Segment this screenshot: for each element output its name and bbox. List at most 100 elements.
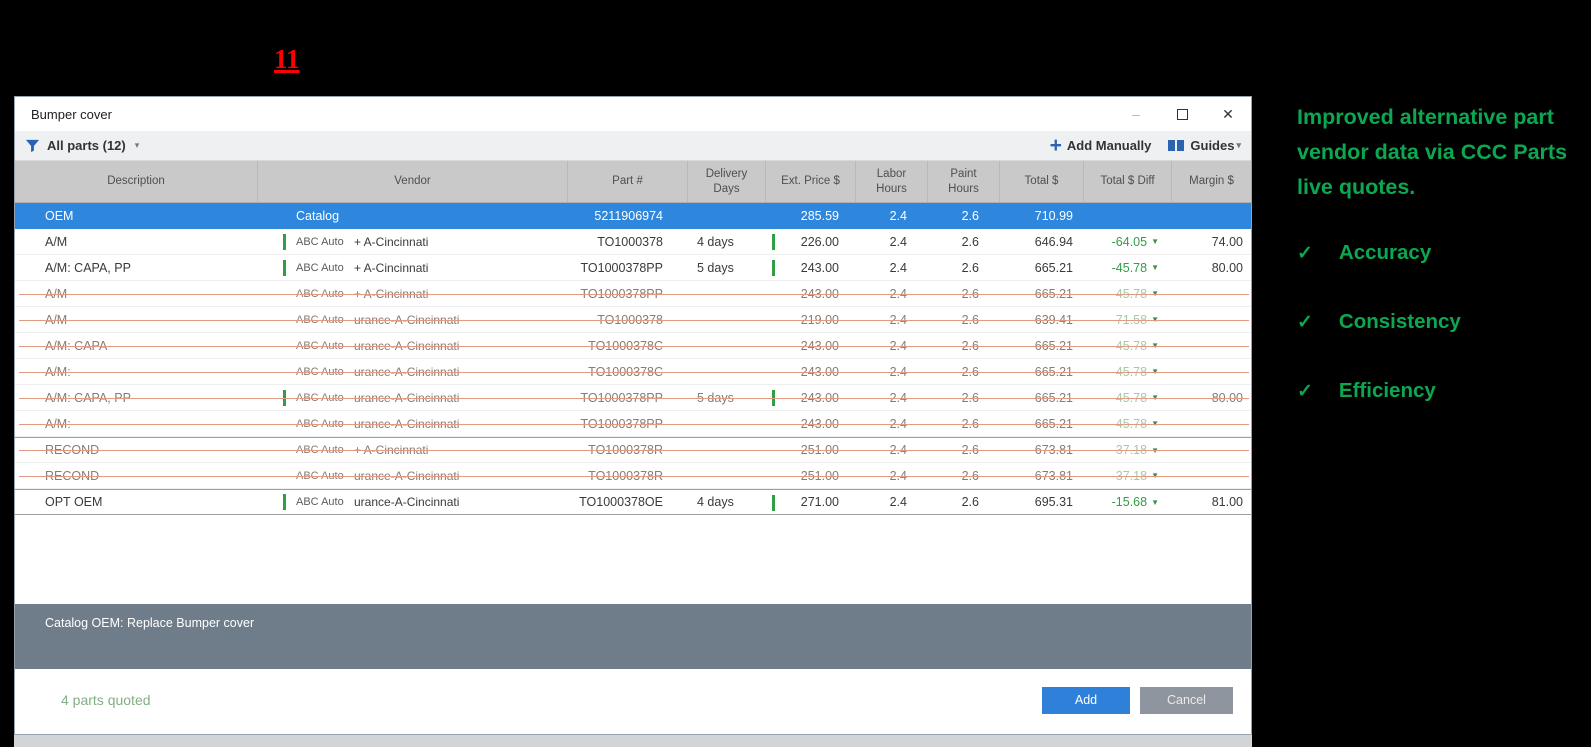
total-diff-cell: -45.78 ▼ xyxy=(1083,359,1171,384)
table-row[interactable]: A/M: ABC Auto urance-A-Cincinnati TO1000378… xyxy=(15,411,1251,437)
vendor-name: ABC Auto xyxy=(296,261,344,274)
filter-funnel-icon xyxy=(25,139,40,153)
add-button[interactable]: Add xyxy=(1042,686,1130,714)
table-row[interactable]: RECOND ABC Auto urance-A-Cincinnati TO10003… xyxy=(15,463,1251,489)
total-cell: 665.21 xyxy=(1034,390,1073,405)
check-icon: ✓ xyxy=(1297,311,1313,333)
arrow-down-icon: ▼ xyxy=(1151,289,1159,298)
diff-value: -71.58 xyxy=(1111,312,1148,327)
table-row[interactable]: A/M ABC Auto + A-Cincinnati TO1000378PP 243.… xyxy=(15,281,1251,307)
window-bottom-strip xyxy=(14,735,1252,747)
labor-hours-cell: 2.4 xyxy=(889,208,907,223)
total-diff-cell: -37.18 ▼ xyxy=(1083,438,1171,462)
title-bar: Bumper cover – ✕ xyxy=(15,97,1251,131)
ext-price-cell: 243.00 xyxy=(800,364,839,379)
footer-bar: 4 parts quoted Add Cancel xyxy=(15,669,1251,731)
margin-cell: 80.00 xyxy=(1211,260,1243,275)
table-row[interactable]: A/M: CAPA, PP ABC Auto urance-A-Cincinnati… xyxy=(15,385,1251,411)
delivery-days-cell: 5 days xyxy=(697,260,734,275)
arrow-down-icon: ▼ xyxy=(1151,471,1159,480)
arrow-down-icon: ▼ xyxy=(1151,367,1159,376)
maximize-button[interactable] xyxy=(1159,97,1205,131)
table-row[interactable]: RECOND ABC Auto + A-Cincinnati TO1000378R 25… xyxy=(15,437,1251,463)
vendor-cell: ABC Auto urance-A-Cincinnati xyxy=(257,490,567,514)
vendor-name: ABC Auto xyxy=(296,235,344,248)
column-header[interactable]: Delivery Days xyxy=(687,161,765,202)
checklist-item: ✓ Consistency xyxy=(1297,310,1572,334)
paint-hours-cell: 2.6 xyxy=(961,468,979,483)
quote-indicator-bar xyxy=(283,494,286,510)
column-header[interactable]: Total $ Diff xyxy=(1083,161,1171,202)
paint-hours-cell: 2.6 xyxy=(961,208,979,223)
labor-hours-cell: 2.4 xyxy=(889,390,907,405)
diff-value: -45.78 xyxy=(1111,416,1148,431)
column-header[interactable]: Labor Hours xyxy=(855,161,927,202)
vendor-name: ABC Auto xyxy=(296,339,344,352)
labor-hours-cell: 2.4 xyxy=(889,260,907,275)
description-cell: A/M xyxy=(45,234,68,249)
table-row[interactable]: A/M: ABC Auto urance-A-Cincinnati TO1000378… xyxy=(15,359,1251,385)
labor-hours-cell: 2.4 xyxy=(889,286,907,301)
vendor-name: Catalog xyxy=(296,208,340,223)
description-cell: A/M xyxy=(45,286,68,301)
ext-price-cell: 219.00 xyxy=(800,312,839,327)
total-cell: 646.94 xyxy=(1034,234,1073,249)
delivery-days-cell xyxy=(687,438,765,462)
window-title: Bumper cover xyxy=(31,106,112,122)
description-cell: A/M: CAPA xyxy=(45,338,108,353)
vendor-name: ABC Auto xyxy=(296,469,344,482)
add-manually-button[interactable]: + Add Manually xyxy=(1050,135,1152,156)
status-bar: Catalog OEM: Replace Bumper cover xyxy=(15,604,1251,669)
ext-price-cell: 243.00 xyxy=(800,286,839,301)
paint-hours-cell: 2.6 xyxy=(961,443,979,457)
table-row[interactable]: A/M ABC Auto urance-A-Cincinnati TO1000378 2… xyxy=(15,307,1251,333)
toolbar-actions: + Add Manually Guides ▾ xyxy=(1050,135,1241,156)
total-cell: 665.21 xyxy=(1034,364,1073,379)
arrow-down-icon: ▼ xyxy=(1151,445,1159,455)
filter-dropdown[interactable]: All parts (12) ▾ xyxy=(25,138,1050,153)
column-header[interactable]: Ext. Price $ xyxy=(765,161,855,202)
arrow-down-icon: ▼ xyxy=(1151,341,1159,350)
checklist-label: Efficiency xyxy=(1338,379,1436,402)
column-header[interactable]: Description xyxy=(15,161,257,202)
margin-cell xyxy=(1171,359,1251,384)
minimize-button[interactable]: – xyxy=(1113,97,1159,131)
total-diff-cell: -45.78 ▼ xyxy=(1083,385,1171,410)
table-row[interactable]: A/M ABC Auto + A-Cincinnati TO1000378 4 days… xyxy=(15,229,1251,255)
vendor-cell: Catalog xyxy=(257,203,567,228)
ext-price-cell: 251.00 xyxy=(800,443,839,457)
quote-indicator-bar xyxy=(772,260,775,276)
column-header[interactable]: Margin $ xyxy=(1171,161,1251,202)
quote-indicator-bar xyxy=(283,312,286,328)
table-row[interactable]: A/M: CAPA, PP ABC Auto + A-Cincinnati TO100… xyxy=(15,255,1251,281)
column-header[interactable]: Total $ xyxy=(999,161,1083,202)
ext-price-cell: 243.00 xyxy=(765,385,855,410)
delivery-days-cell xyxy=(687,307,765,332)
ext-price-cell: 243.00 xyxy=(765,255,855,280)
side-panel-heading: Improved alternative part vendor data vi… xyxy=(1297,105,1568,199)
column-header[interactable]: Vendor xyxy=(257,161,567,202)
total-cell: 710.99 xyxy=(1034,208,1073,223)
vendor-location: urance-A-Cincinnati xyxy=(354,390,460,405)
table-row[interactable]: A/M: CAPA ABC Auto urance-A-Cincinnati TO10… xyxy=(15,333,1251,359)
delivery-days-cell xyxy=(687,359,765,384)
vendor-location: + A-Cincinnati xyxy=(354,234,429,249)
column-header[interactable]: Paint Hours xyxy=(927,161,999,202)
total-cell: 695.31 xyxy=(1034,495,1073,509)
vendor-location: urance-A-Cincinnati xyxy=(354,468,460,483)
table-row[interactable]: OPT OEM ABC Auto urance-A-Cincinnati TO1000… xyxy=(15,489,1251,515)
chevron-down-icon: ▾ xyxy=(134,140,140,150)
column-header[interactable]: Part # xyxy=(567,161,687,202)
total-diff-cell: -15.68 ▼ xyxy=(1083,490,1171,514)
margin-cell xyxy=(1171,463,1251,488)
guides-button[interactable]: Guides ▾ xyxy=(1167,138,1241,153)
description-cell: OPT OEM xyxy=(45,495,103,509)
table-row[interactable]: OEM Catalog 5211906974 285.59 2.4 2.6 710.99 xyxy=(15,203,1251,229)
total-cell: 639.41 xyxy=(1034,312,1073,327)
vendor-location: urance-A-Cincinnati xyxy=(354,338,460,353)
close-button[interactable]: ✕ xyxy=(1205,97,1251,131)
vendor-location: + A-Cincinnati xyxy=(354,286,429,301)
cancel-button[interactable]: Cancel xyxy=(1140,686,1233,714)
quote-indicator-bar xyxy=(283,259,286,276)
quote-indicator-bar xyxy=(283,338,286,354)
